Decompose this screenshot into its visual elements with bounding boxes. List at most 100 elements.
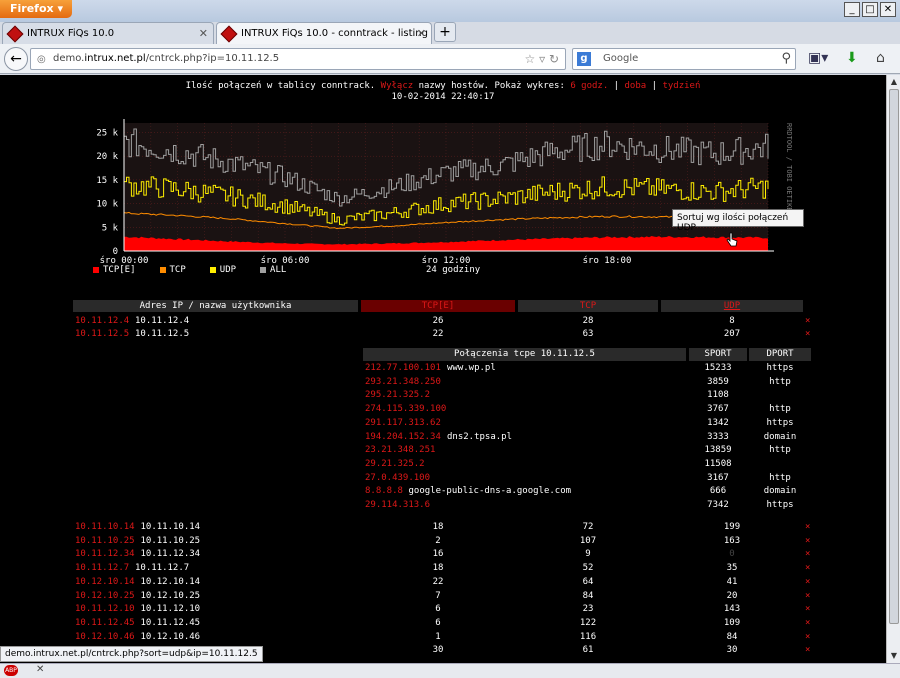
sub-row-sport: 1108	[707, 390, 729, 401]
maximize-icon[interactable]: □	[862, 2, 878, 17]
row-tcp-count: 122	[579, 617, 597, 628]
y-tick-label: 15 k	[96, 176, 118, 186]
adblock-icon[interactable]: ABP	[4, 665, 18, 676]
bookmark-star-icon[interactable]: ☆ ▿ ↻	[525, 52, 559, 66]
row-tcp-count: 64	[582, 576, 594, 587]
legend-swatch-tcpe	[93, 267, 99, 273]
hand-cursor-icon	[726, 232, 738, 247]
row-tcp-count: 107	[579, 535, 597, 546]
sub-row-ip-link[interactable]: 194.204.152.34	[365, 431, 441, 444]
tab-label: INTRUX FiQs 10.0	[27, 28, 115, 39]
sub-row-dport	[749, 389, 811, 402]
scroll-up-icon[interactable]: ▲	[887, 75, 900, 89]
sub-row-ip-link[interactable]: 291.117.313.62	[365, 417, 441, 430]
tab-intrux-1[interactable]: INTRUX FiQs 10.0 ✕	[2, 22, 214, 44]
row-ip-link[interactable]: 10.11.10.25	[75, 535, 135, 548]
search-icon[interactable]: ⚲	[781, 51, 791, 66]
sub-row-ip-link[interactable]: 295.21.325.2	[365, 389, 430, 402]
sub-row-ip-link[interactable]: 29.114.313.6	[365, 499, 430, 512]
y-tick-label: 5 k	[102, 223, 119, 233]
close-addon-bar-icon[interactable]: ✕	[36, 664, 44, 675]
firefox-menu-button[interactable]: Firefox ▾	[0, 0, 72, 18]
header-text-mid: nazwy hostów. Pokaż wykres:	[413, 81, 571, 91]
tab-close-icon[interactable]: ✕	[417, 27, 426, 40]
globe-icon: ◎	[37, 54, 46, 65]
sub-row-ip-link[interactable]: 212.77.100.101	[365, 362, 441, 375]
sub-row-sport: 11508	[704, 458, 732, 469]
col-header-tcp[interactable]: TCP	[518, 300, 658, 312]
row-host: 10.11.12.45	[140, 617, 201, 628]
sub-row-ip-link[interactable]: 29.21.325.2	[365, 458, 425, 471]
row-ip-link[interactable]: 10.11.10.14	[75, 521, 135, 534]
row-tcpe-count: 6	[435, 617, 441, 628]
row-delete-icon[interactable]: ×	[805, 535, 810, 548]
row-udp-count: 41	[726, 576, 738, 587]
url-bar[interactable]: ◎ demo.intrux.net.pl/cntrck.php?ip=10.11…	[30, 48, 566, 70]
row-ip-link[interactable]: 10.11.12.45	[75, 617, 135, 630]
sub-row-sport: 1342	[707, 417, 729, 428]
sub-row-ip-link[interactable]: 27.0.439.100	[365, 472, 430, 485]
legend-tcpe: TCP[E]	[103, 265, 136, 275]
tab-label: INTRUX FiQs 10.0 - conntrack - listing i…	[241, 28, 432, 39]
col-header-ip[interactable]: Adres IP / nazwa użytkownika	[73, 300, 358, 312]
close-icon[interactable]: ✕	[880, 2, 896, 17]
search-box[interactable]: g Google ⚲	[572, 48, 796, 70]
row-ip-link[interactable]: 10.11.12.34	[75, 548, 135, 561]
row-tcpe-count: 26	[432, 316, 444, 326]
sub-row-ip-link[interactable]: 23.21.348.251	[365, 444, 435, 457]
row-delete-icon[interactable]: ×	[805, 315, 810, 328]
row-delete-icon[interactable]: ×	[805, 328, 810, 341]
sub-row-sport: 3167	[707, 472, 729, 483]
tab-close-icon[interactable]: ✕	[199, 27, 208, 40]
new-tab-button[interactable]: +	[434, 22, 456, 42]
toggle-hostnames-link[interactable]: Wyłącz	[381, 81, 414, 91]
search-placeholder: Google	[603, 53, 639, 64]
sub-row-ip-link[interactable]: 274.115.339.100	[365, 403, 446, 416]
row-udp-count: 30	[726, 645, 738, 656]
row-ip-link[interactable]: 10.11.12.5	[75, 328, 129, 341]
row-tcp-count: 23	[582, 604, 594, 615]
row-delete-icon[interactable]: ×	[805, 548, 810, 561]
row-delete-icon[interactable]: ×	[805, 576, 810, 589]
row-udp-count: 84	[726, 631, 738, 642]
graph-6h-link[interactable]: 6 godz.	[570, 81, 608, 91]
sub-row-ip-link[interactable]: 293.21.348.250	[365, 376, 441, 389]
col-header-udp[interactable]: UDP	[661, 300, 803, 312]
row-delete-icon[interactable]: ×	[805, 521, 810, 534]
row-ip-link[interactable]: 10.12.10.46	[75, 631, 135, 644]
row-ip-link[interactable]: 10.11.12.7	[75, 562, 129, 575]
window-controls: _ □ ✕	[844, 2, 896, 17]
scroll-thumb[interactable]	[889, 89, 899, 624]
bookmarks-icon[interactable]: ▣▾	[808, 50, 828, 66]
row-ip-link[interactable]: 10.11.12.4	[75, 315, 129, 328]
sub-row-dport: domain	[763, 486, 797, 497]
row-ip-link[interactable]: 10.12.10.25	[75, 590, 135, 603]
intrux-favicon-icon	[6, 25, 24, 42]
col-header-tcpe[interactable]: TCP[E]	[361, 300, 515, 312]
row-ip-link[interactable]: 10.11.12.10	[75, 603, 135, 616]
google-icon: g	[577, 52, 591, 66]
scroll-down-icon[interactable]: ▼	[887, 649, 900, 663]
graph-day-link[interactable]: doba	[625, 81, 647, 91]
row-tcpe-count: 22	[432, 576, 444, 587]
home-icon[interactable]: ⌂	[876, 50, 885, 66]
row-host: 10.11.12.10	[140, 604, 201, 615]
row-delete-icon[interactable]: ×	[805, 617, 810, 630]
row-delete-icon[interactable]: ×	[805, 631, 810, 644]
vertical-scrollbar[interactable]: ▲ ▼	[886, 75, 900, 663]
sub-row-ip-link[interactable]: 8.8.8.8	[365, 485, 403, 498]
download-icon[interactable]: ⬇	[846, 50, 858, 66]
navigation-bar: ← ◎ demo.intrux.net.pl/cntrck.php?ip=10.…	[0, 44, 900, 74]
sub-row-sport: 3767	[707, 404, 729, 415]
row-tcpe-count: 30	[432, 645, 444, 656]
row-delete-icon[interactable]: ×	[805, 644, 810, 657]
row-delete-icon[interactable]: ×	[805, 603, 810, 616]
url-path: /cntrck.php?ip=10.11.12.5	[145, 53, 280, 64]
row-ip-link[interactable]: 10.12.10.14	[75, 576, 135, 589]
row-delete-icon[interactable]: ×	[805, 562, 810, 575]
tab-intrux-conntrack[interactable]: INTRUX FiQs 10.0 - conntrack - listing i…	[216, 22, 432, 44]
graph-week-link[interactable]: tydzień	[662, 81, 700, 91]
back-button[interactable]: ←	[4, 47, 28, 71]
row-delete-icon[interactable]: ×	[805, 590, 810, 603]
minimize-icon[interactable]: _	[844, 2, 860, 17]
